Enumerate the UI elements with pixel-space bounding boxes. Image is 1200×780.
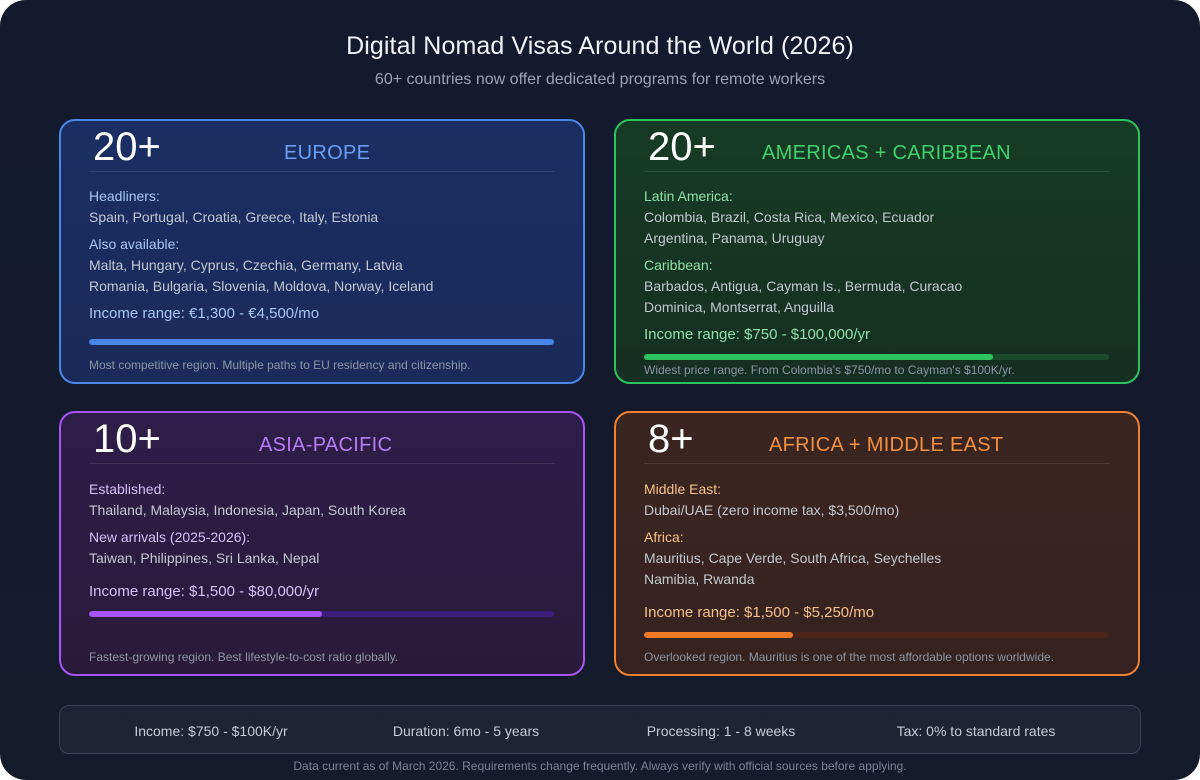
income-range-bar (89, 339, 554, 345)
country-count: 20+ (648, 125, 716, 169)
group-label-africa: Africa: (644, 529, 684, 545)
income-range: Income range: €1,300 - €4,500/mo (89, 305, 320, 322)
country-list-line: Spain, Portugal, Croatia, Greece, Italy,… (89, 209, 379, 225)
income-range-bar (644, 632, 1109, 638)
stat-income: Income: $750 - $100K/yr (134, 723, 288, 739)
divider (89, 463, 555, 464)
income-range-bar (644, 354, 1109, 360)
country-list-line: Malta, Hungary, Cyprus, Czechia, Germany… (89, 257, 403, 273)
group-label-headliners: Headliners: (89, 188, 160, 204)
group-label-also-available: Also available: (89, 236, 180, 252)
income-range: Income range: $1,500 - $80,000/yr (89, 583, 320, 600)
income-range-bar-fill (89, 339, 554, 345)
region-name: AMERICAS + CARIBBEAN (762, 142, 1011, 164)
region-card-europe: 20+ EUROPE Headliners: Spain, Portugal, … (59, 119, 585, 384)
income-range-bar (89, 611, 554, 617)
country-list-line: Thailand, Malaysia, Indonesia, Japan, So… (89, 502, 406, 518)
country-list-line: Taiwan, Philippines, Sri Lanka, Nepal (89, 550, 320, 566)
divider (89, 171, 555, 172)
country-list-line: Barbados, Antigua, Cayman Is., Bermuda, … (644, 278, 963, 294)
region-note: Overlooked region. Mauritius is one of t… (644, 650, 1054, 664)
infographic-panel: Digital Nomad Visas Around the World (20… (0, 0, 1200, 780)
footer-disclaimer: Data current as of March 2026. Requireme… (293, 759, 907, 773)
divider (644, 463, 1110, 464)
group-label-latin-america: Latin America: (644, 188, 733, 204)
stat-duration: Duration: 6mo - 5 years (392, 723, 540, 739)
country-list-line: Dominica, Montserrat, Anguilla (644, 299, 834, 315)
region-note: Widest price range. From Colombia's $750… (644, 363, 1015, 377)
stat-tax: Tax: 0% to standard rates (896, 723, 1056, 739)
page-title: Digital Nomad Visas Around the World (20… (346, 32, 854, 60)
page-subtitle: 60+ countries now offer dedicated progra… (374, 71, 826, 88)
income-range: Income range: $1,500 - $5,250/mo (644, 604, 875, 621)
group-label-established: Established: (89, 481, 166, 497)
country-list-line: Argentina, Panama, Uruguay (644, 230, 825, 246)
region-name: ASIA-PACIFIC (259, 434, 393, 456)
region-note: Most competitive region. Multiple paths … (89, 358, 471, 372)
group-label-new-arrivals: New arrivals (2025-2026): (89, 529, 251, 545)
summary-stats-bar: Income: $750 - $100K/yr Duration: 6mo - … (59, 705, 1141, 754)
country-list-line: Colombia, Brazil, Costa Rica, Mexico, Ec… (644, 209, 935, 225)
income-range-bar-fill (644, 632, 793, 638)
region-card-asia-pacific: 10+ ASIA-PACIFIC Established: Thailand, … (59, 411, 585, 676)
country-list-line: Mauritius, Cape Verde, South Africa, Sey… (644, 550, 942, 566)
income-range-bar-fill (644, 354, 993, 360)
region-card-africa-middle-east: 8+ AFRICA + MIDDLE EAST Middle East: Dub… (614, 411, 1140, 676)
divider (644, 171, 1110, 172)
region-name: AFRICA + MIDDLE EAST (769, 434, 1004, 456)
country-count: 8+ (648, 417, 694, 461)
region-card-americas: 20+ AMERICAS + CARIBBEAN Latin America: … (614, 119, 1140, 384)
group-label-caribbean: Caribbean: (644, 257, 713, 273)
stat-processing: Processing: 1 - 8 weeks (646, 723, 796, 739)
country-list-line: Romania, Bulgaria, Slovenia, Moldova, No… (89, 278, 434, 294)
income-range-bar-fill (89, 611, 322, 617)
region-note: Fastest-growing region. Best lifestyle-t… (89, 650, 399, 664)
income-range: Income range: $750 - $100,000/yr (644, 326, 870, 343)
country-list-line: Dubai/UAE (zero income tax, $3,500/mo) (644, 502, 900, 518)
region-name: EUROPE (284, 142, 371, 164)
country-list-line: Namibia, Rwanda (644, 571, 755, 587)
group-label-middle-east: Middle East: (644, 481, 722, 497)
country-count: 20+ (93, 125, 161, 169)
country-count: 10+ (93, 417, 161, 461)
